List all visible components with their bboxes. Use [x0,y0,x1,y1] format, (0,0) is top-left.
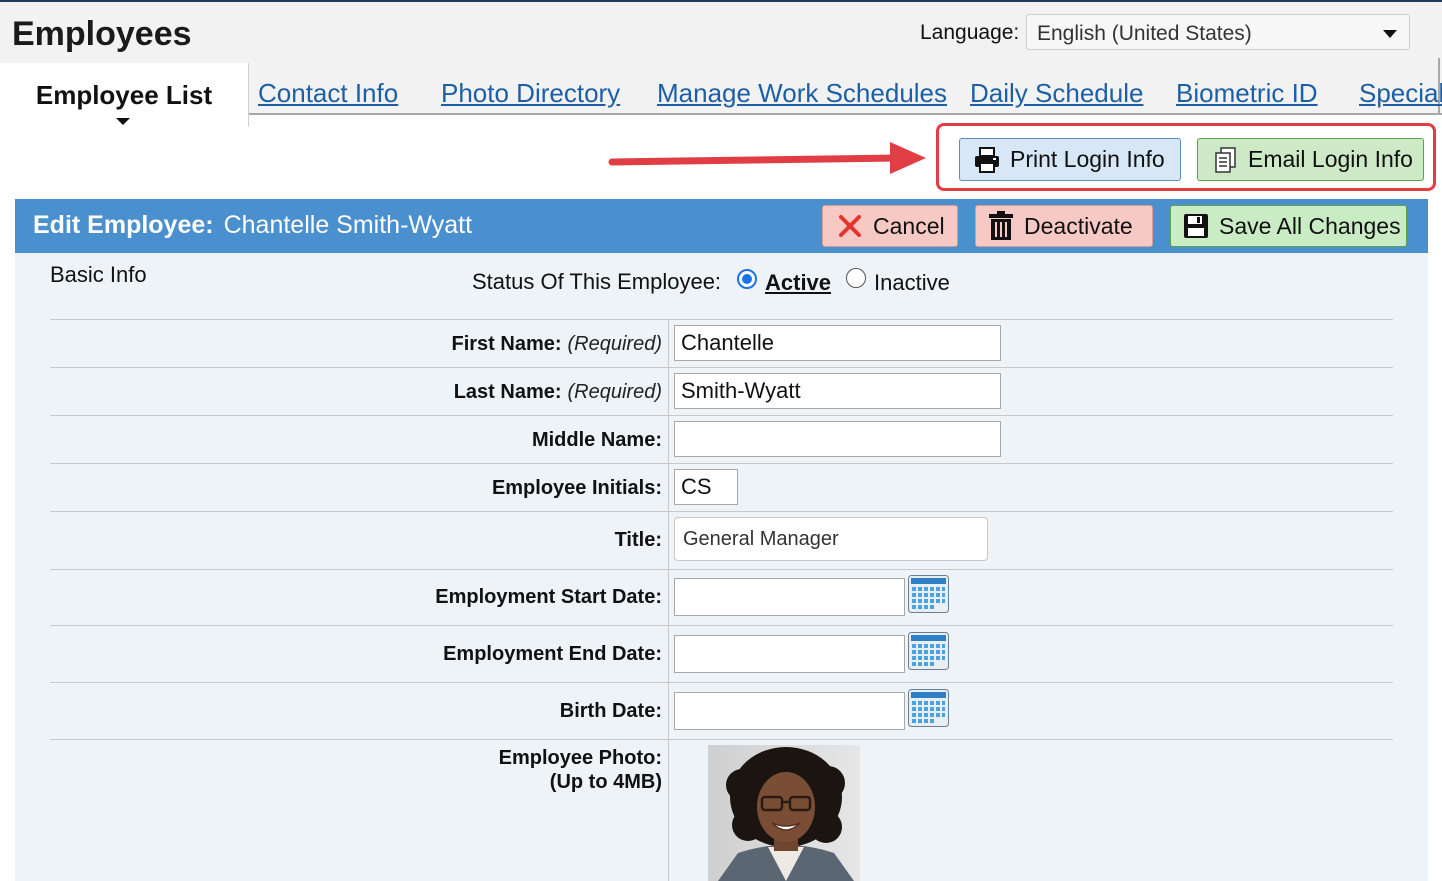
status-label: Status Of This Employee: [472,269,722,294]
birth-date-input[interactable] [674,692,905,730]
last-name-label: Last Name: (Required) [454,381,662,404]
calendar-icon[interactable] [908,575,949,613]
employment-start-date-label: Employment Start Date: [435,586,662,608]
email-login-info-label: Email Login Info [1248,146,1413,172]
employee-photo[interactable] [708,745,860,881]
status-active-label[interactable]: Active [765,270,831,296]
email-login-info-button[interactable]: Email Login Info [1197,138,1424,181]
title-input[interactable] [674,517,988,561]
print-login-info-button[interactable]: Print Login Info [959,138,1181,181]
employee-photo-size-note: (Up to 4MB) [549,771,662,793]
row-divider [50,367,1393,368]
last-name-input[interactable] [674,373,1001,409]
deactivate-label: Deactivate [1024,212,1133,239]
calendar-icon[interactable] [908,632,949,670]
row-divider [50,415,1393,416]
chevron-down-icon [1383,30,1397,38]
red-arrow-annotation [608,142,926,174]
tab-special[interactable]: Special [1359,78,1442,109]
language-select[interactable]: English (United States) [1026,14,1410,50]
title-label: Title: [614,529,662,551]
middle-name-input[interactable] [674,421,1001,457]
employee-initials-input[interactable] [674,469,738,505]
status-inactive-radio[interactable] [846,268,866,288]
tabs-divider [248,113,1442,115]
birth-date-label: Birth Date: [559,700,662,722]
printer-icon [972,145,1002,175]
language-label: Language: [920,21,1020,44]
edit-employee-title: Edit Employee: Chantelle Smith-Wyatt [33,211,472,240]
first-name-required-note: (Required) [567,333,662,355]
employee-photo-label-text: Employee Photo: [498,747,662,769]
document-copy-icon [1210,145,1240,175]
language-select-value: English (United States) [1037,22,1252,45]
status-active-radio[interactable] [737,269,757,289]
employee-photo-image [708,745,860,881]
row-divider [50,569,1393,570]
x-icon [835,211,865,241]
basic-info-heading: Basic Info [50,262,147,287]
caret-down-icon [116,118,130,125]
row-divider [50,682,1393,683]
row-divider [50,625,1393,626]
calendar-icon[interactable] [908,689,949,727]
middle-name-label: Middle Name: [531,429,662,451]
employee-photo-label: Employee Photo: (Up to 4MB) [499,746,662,794]
page-title: Employees [12,15,192,53]
save-all-changes-label: Save All Changes [1219,212,1401,239]
first-name-input[interactable] [674,325,1001,361]
tab-biometric-id[interactable]: Biometric ID [1176,78,1318,109]
tab-employee-list-label: Employee List [35,80,213,110]
column-divider [668,319,669,881]
status-inactive-label[interactable]: Inactive [874,270,950,296]
edit-employee-name: Chantelle Smith-Wyatt [223,211,473,239]
employment-end-date-input[interactable] [674,635,905,673]
employment-end-date-label: Employment End Date: [443,643,662,665]
deactivate-button[interactable]: Deactivate [975,205,1153,247]
print-login-info-label: Print Login Info [1010,146,1165,172]
row-divider [50,511,1393,512]
first-name-label: First Name: (Required) [451,333,662,356]
cancel-label: Cancel [873,212,945,239]
trash-icon [986,211,1016,241]
tab-employee-list[interactable]: Employee List [0,63,249,127]
tab-contact-info[interactable]: Contact Info [258,78,398,109]
last-name-label-text: Last Name: [453,381,562,403]
employee-initials-label: Employee Initials: [491,477,662,499]
row-divider [50,463,1393,464]
save-all-changes-button[interactable]: Save All Changes [1170,205,1407,247]
employment-start-date-input[interactable] [674,578,905,616]
floppy-disk-icon [1181,211,1211,241]
row-divider [50,319,1393,320]
tab-manage-work-schedules[interactable]: Manage Work Schedules [657,78,947,109]
row-divider [50,739,1393,740]
first-name-label-text: First Name: [451,333,562,355]
tab-photo-directory[interactable]: Photo Directory [441,78,620,109]
tab-daily-schedule[interactable]: Daily Schedule [970,78,1143,109]
last-name-required-note: (Required) [567,381,662,403]
cancel-button[interactable]: Cancel [822,205,958,247]
edit-employee-prefix: Edit Employee: [33,211,214,239]
